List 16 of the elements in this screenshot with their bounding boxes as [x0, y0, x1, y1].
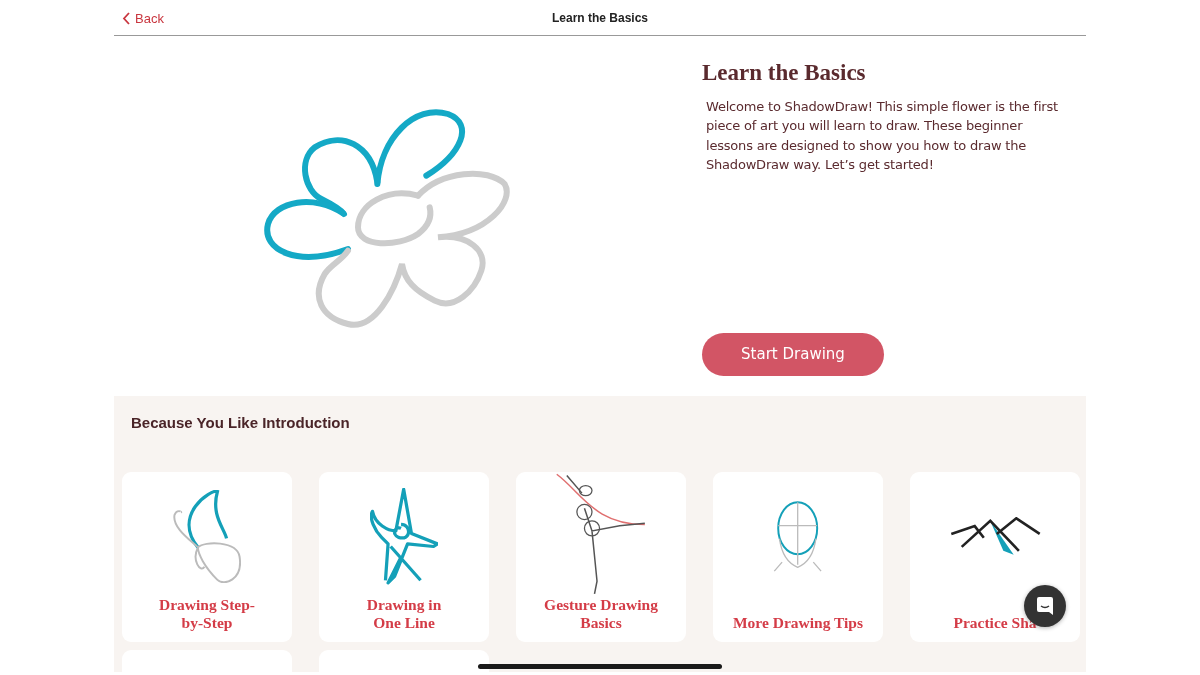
lesson-card[interactable]: More Drawing Tips — [713, 471, 883, 642]
card-title: Drawing in One Line — [366, 595, 442, 632]
page-title: Learn the Basics — [551, 10, 648, 27]
chat-icon — [1035, 596, 1055, 616]
lesson-title: Learn the Basics — [702, 59, 867, 87]
back-link[interactable]: Back — [122, 9, 164, 29]
lesson-card[interactable]: Drawing Step- by-Step — [122, 471, 292, 642]
chevron-left-icon — [122, 12, 131, 26]
card-title: Gesture Drawing Basics — [544, 595, 658, 632]
lesson-description: Welcome to ShadowDraw! This simple flower is the first piece of art you will learn to draw. These beginner lessons are designed to show you how to draw the ShadowDraw way. Let’s get started! — [706, 97, 1059, 174]
card-title: More Drawing Tips — [732, 613, 863, 632]
section-title: Because You Like Introduction — [131, 413, 351, 433]
card-title: Drawing Step- by-Step — [159, 595, 255, 632]
lesson-card[interactable]: Drawing in One Line — [319, 471, 489, 642]
start-drawing-button[interactable]: Start Drawing — [702, 333, 884, 376]
lesson-card[interactable]: Gesture Drawing Basics — [516, 471, 686, 642]
